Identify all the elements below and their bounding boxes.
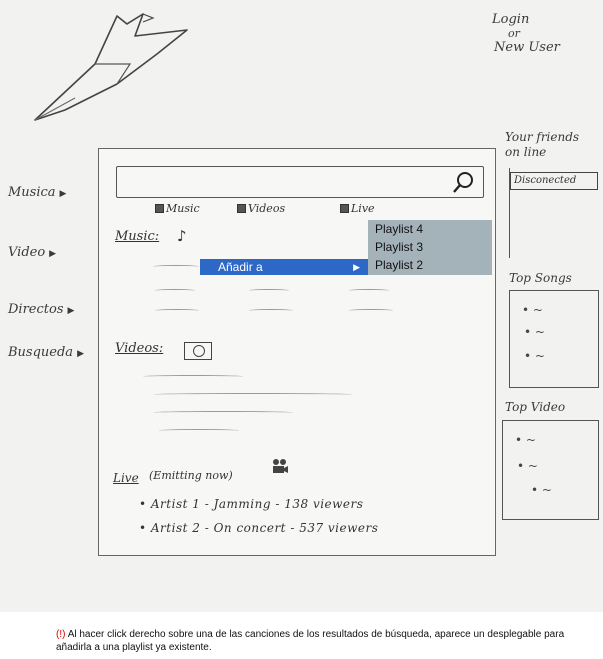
sketch-paper: Login or New User Musica ▶ Video ▶ Directo… [0, 0, 603, 612]
song-row[interactable] [155, 289, 195, 292]
song-row[interactable] [249, 309, 293, 312]
filter-videos-checkbox[interactable]: Videos [237, 202, 285, 215]
video-row[interactable] [143, 375, 243, 378]
list-item[interactable]: • ~ [515, 433, 536, 447]
list-item[interactable]: • ~ [517, 459, 538, 473]
submenu-item-playlist-3[interactable]: Playlist 3 [375, 238, 423, 256]
song-row[interactable] [153, 265, 199, 268]
login-or-text: or [508, 27, 520, 40]
caption-text: Al hacer click derecho sobre una de las … [56, 629, 565, 653]
live-stream-row[interactable]: • Artist 2 - On concert - 537 viewers [139, 521, 378, 535]
playlist-submenu: Playlist 4 Playlist 3 Playlist 2 [368, 220, 492, 275]
nav-arrow-icon: ▶ [67, 306, 75, 316]
nav-item-label: Busqueda [8, 345, 74, 360]
top-video-title: Top Video [505, 400, 566, 414]
caption-note: (!) Al hacer click derecho sobre una de … [56, 628, 576, 654]
search-results-panel: Music Videos Live Music: ♪ Videos: Live … [98, 148, 496, 556]
login-link[interactable]: Login [492, 12, 529, 27]
checkbox-icon [155, 204, 164, 213]
checkbox-icon [237, 204, 246, 213]
filter-label: Videos [248, 202, 286, 215]
live-stream-row[interactable]: • Artist 1 - Jamming - 138 viewers [139, 497, 363, 511]
top-songs-title: Top Songs [509, 271, 572, 285]
caption-flag: (!) [56, 629, 66, 640]
videos-section-title: Videos: [115, 341, 164, 356]
friends-status-badge: Disconected [510, 172, 598, 190]
song-row[interactable] [249, 289, 289, 292]
context-menu-add-to[interactable]: Añadir a ▶ [200, 259, 368, 275]
nav-item-musica[interactable]: Musica ▶ [8, 185, 66, 200]
filter-live-checkbox[interactable]: Live [340, 202, 375, 215]
song-row[interactable] [155, 309, 199, 312]
music-note-icon: ♪ [177, 227, 187, 245]
song-row[interactable] [349, 309, 393, 312]
video-row[interactable] [153, 411, 293, 414]
friends-title-line: Your friends [505, 130, 580, 144]
submenu-item-playlist-4[interactable]: Playlist 4 [375, 220, 423, 238]
filter-music-checkbox[interactable]: Music [155, 202, 200, 215]
new-user-link[interactable]: New User [494, 40, 560, 55]
list-item[interactable]: • ~ [524, 349, 545, 363]
music-section-title: Music: [115, 229, 160, 244]
nav-item-label: Directos [8, 302, 64, 317]
nav-item-directos[interactable]: Directos ▶ [8, 302, 74, 317]
camera-icon [273, 459, 288, 473]
bird-logo [34, 13, 188, 121]
list-item[interactable]: • ~ [531, 483, 552, 497]
list-item[interactable]: • ~ [524, 325, 545, 339]
live-section-title: Live [113, 471, 139, 485]
friends-online-title: Your friends on line [505, 130, 579, 160]
video-row[interactable] [159, 429, 239, 432]
top-songs-list: • ~ • ~ • ~ [509, 290, 599, 388]
video-row[interactable] [153, 393, 353, 396]
search-icon[interactable] [451, 170, 475, 194]
nav-item-label: Musica [8, 185, 56, 200]
nav-arrow-icon: ▶ [59, 189, 67, 199]
song-row[interactable] [349, 289, 389, 292]
submenu-arrow-icon: ▶ [353, 262, 360, 272]
live-emitting-note: (Emitting now) [149, 469, 233, 482]
context-menu-label: Añadir a [218, 260, 263, 274]
nav-item-label: Video [8, 245, 46, 260]
search-input[interactable] [116, 166, 484, 198]
list-item[interactable]: • ~ [522, 303, 543, 317]
filter-label: Music [166, 202, 200, 215]
nav-item-busqueda[interactable]: Busqueda ▶ [8, 345, 84, 360]
friends-title-line: on line [505, 145, 547, 159]
nav-item-video[interactable]: Video ▶ [8, 245, 56, 260]
nav-arrow-icon: ▶ [77, 349, 84, 359]
submenu-item-playlist-2[interactable]: Playlist 2 [375, 256, 423, 274]
checkbox-icon [340, 204, 349, 213]
top-video-list: • ~ • ~ • ~ [502, 420, 599, 520]
filter-label: Live [351, 202, 375, 215]
nav-arrow-icon: ▶ [49, 249, 57, 259]
video-camera-icon [184, 342, 212, 360]
